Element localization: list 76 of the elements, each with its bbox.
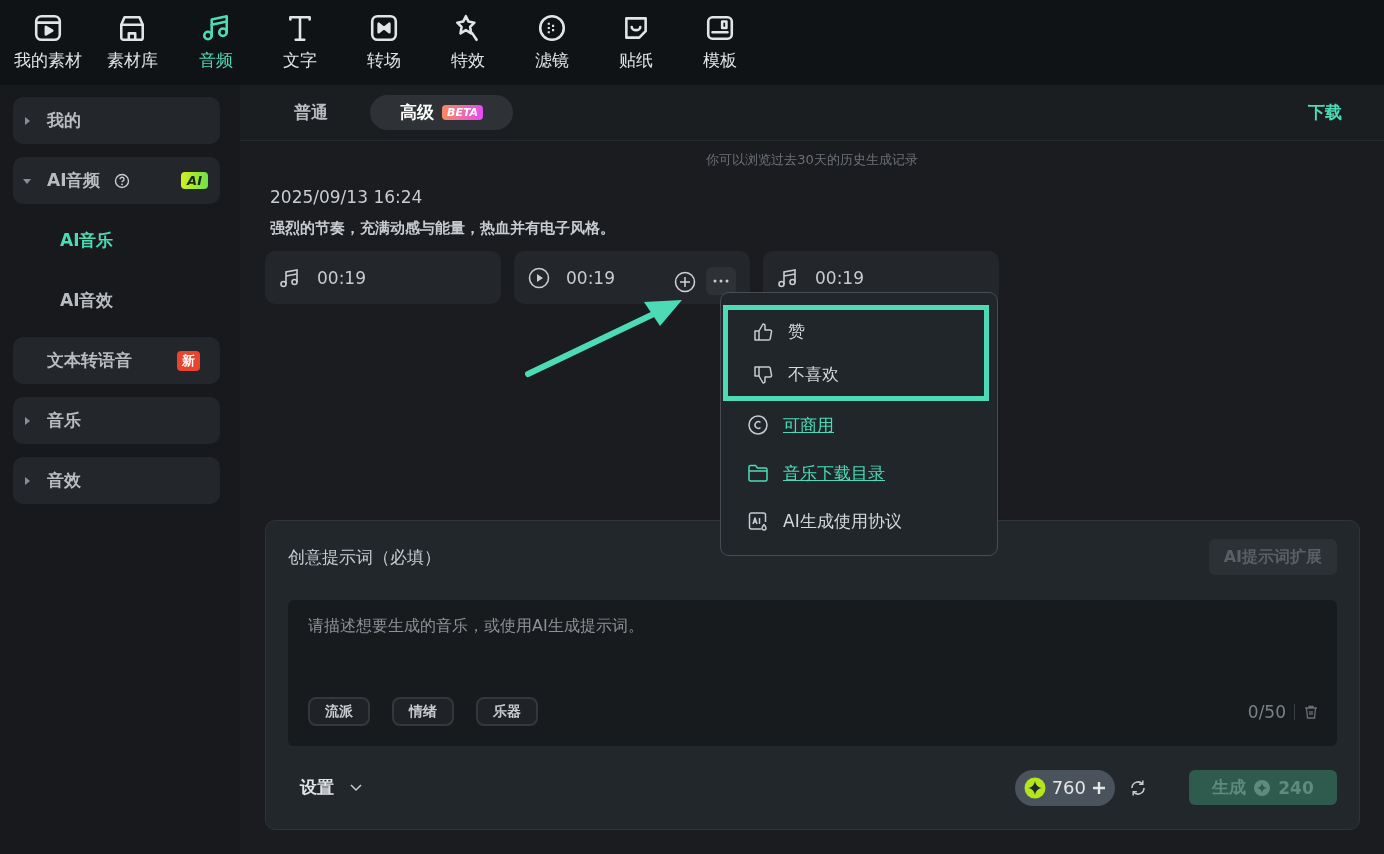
subcategory-item[interactable]: AI音效 <box>13 277 220 324</box>
toolbar-tab[interactable]: 转场 <box>342 0 426 85</box>
settings-dropdown[interactable]: 设置 <box>288 776 374 800</box>
menu-item[interactable]: AI生成使用协议 <box>721 497 997 545</box>
mode-tab[interactable]: 普通 <box>264 95 358 130</box>
caret-right-icon <box>23 116 31 125</box>
toolbar-tab[interactable]: 音频 <box>174 0 258 85</box>
filter-icon <box>537 13 567 43</box>
credit-coin-icon <box>1023 776 1046 799</box>
credit-coin-icon <box>1254 779 1271 796</box>
music-note-icon <box>201 13 231 43</box>
toolbar-tab[interactable]: 素材库 <box>90 0 174 85</box>
toolbar-tab[interactable]: 滤镜 <box>510 0 594 85</box>
thumbs-down-icon <box>752 363 774 386</box>
category-label: 音乐 <box>47 409 81 432</box>
subcategory-item[interactable]: AI音乐 <box>13 217 220 264</box>
media-icon <box>33 13 63 43</box>
caret-down-icon <box>23 176 31 185</box>
toolbar-tab[interactable]: 文字 <box>258 0 342 85</box>
category-item[interactable]: 音乐 <box>13 397 220 444</box>
category-label: 文本转语音 <box>47 349 132 372</box>
music-note-icon <box>777 266 799 289</box>
record-date: 2025/09/13 16:24 <box>270 187 424 207</box>
caret-right-icon <box>23 416 31 425</box>
store-icon <box>117 13 147 43</box>
char-counter: 0/50 <box>1247 701 1286 722</box>
toolbar-tab[interactable]: 特效 <box>426 0 510 85</box>
category-item[interactable]: 我的 <box>13 97 220 144</box>
track-card[interactable]: 00:19 <box>265 251 501 304</box>
more-icon <box>713 278 729 283</box>
credits-button[interactable]: 760 <box>1014 769 1115 806</box>
ai-document-icon <box>747 510 769 532</box>
toolbar-tab[interactable]: 模板 <box>678 0 762 85</box>
category-item[interactable]: 音效 <box>13 457 220 504</box>
refresh-icon[interactable] <box>1129 778 1147 797</box>
menu-item[interactable]: 赞 <box>728 310 984 353</box>
chevron-down-icon <box>350 783 362 792</box>
thumbs-up-icon <box>752 320 774 343</box>
add-icon[interactable] <box>674 270 696 293</box>
new-badge: 新 <box>177 350 200 371</box>
track-duration: 00:19 <box>566 267 615 288</box>
track-duration: 00:19 <box>317 267 366 288</box>
prompt-input[interactable]: 请描述想要生成的音乐，或使用AI生成提示词。 流派 情绪 乐器 0/50 <box>288 600 1337 747</box>
ai-badge: AI <box>181 172 208 189</box>
trash-icon[interactable] <box>1303 703 1319 720</box>
tag-chip[interactable]: 流派 <box>308 697 370 727</box>
menu-item[interactable]: 不喜欢 <box>728 353 984 396</box>
menu-item[interactable]: 音乐下载目录 <box>721 449 997 497</box>
more-button[interactable] <box>706 266 736 295</box>
track-card[interactable]: 00:19 <box>514 251 750 304</box>
category-label: 音效 <box>47 469 81 492</box>
template-icon <box>705 13 735 43</box>
music-note-icon <box>279 266 301 289</box>
mode-tab[interactable]: 高级 BETA <box>370 95 514 130</box>
track-duration: 00:19 <box>815 267 864 288</box>
tag-chip[interactable]: 乐器 <box>476 697 538 727</box>
panel-title: 创意提示词（必填） <box>288 545 441 569</box>
history-hint: 你可以浏览过去30天的历史生成记录 <box>705 151 919 169</box>
category-item[interactable]: AI音频 AI <box>13 157 220 204</box>
caret-right-icon <box>23 476 31 485</box>
plus-icon <box>1092 780 1106 795</box>
help-icon[interactable] <box>114 172 131 189</box>
tag-chip[interactable]: 情绪 <box>392 697 454 727</box>
folder-icon <box>747 462 769 484</box>
toolbar-tab[interactable]: 我的素材 <box>6 0 90 85</box>
category-label: 我的 <box>47 109 81 132</box>
category-item[interactable]: 文本转语音 新 <box>13 337 220 384</box>
toolbar-tab[interactable]: 贴纸 <box>594 0 678 85</box>
copyright-icon <box>747 414 769 436</box>
play-icon[interactable] <box>528 266 550 289</box>
record-prompt: 强烈的节奏，充满动感与能量，热血并有电子风格。 <box>270 219 616 238</box>
beta-badge: BETA <box>442 105 484 120</box>
category-label: AI音频 <box>47 169 101 192</box>
download-link[interactable]: 下载 <box>1308 101 1342 124</box>
transition-icon <box>369 13 399 43</box>
menu-item[interactable]: 可商用 <box>721 401 997 449</box>
